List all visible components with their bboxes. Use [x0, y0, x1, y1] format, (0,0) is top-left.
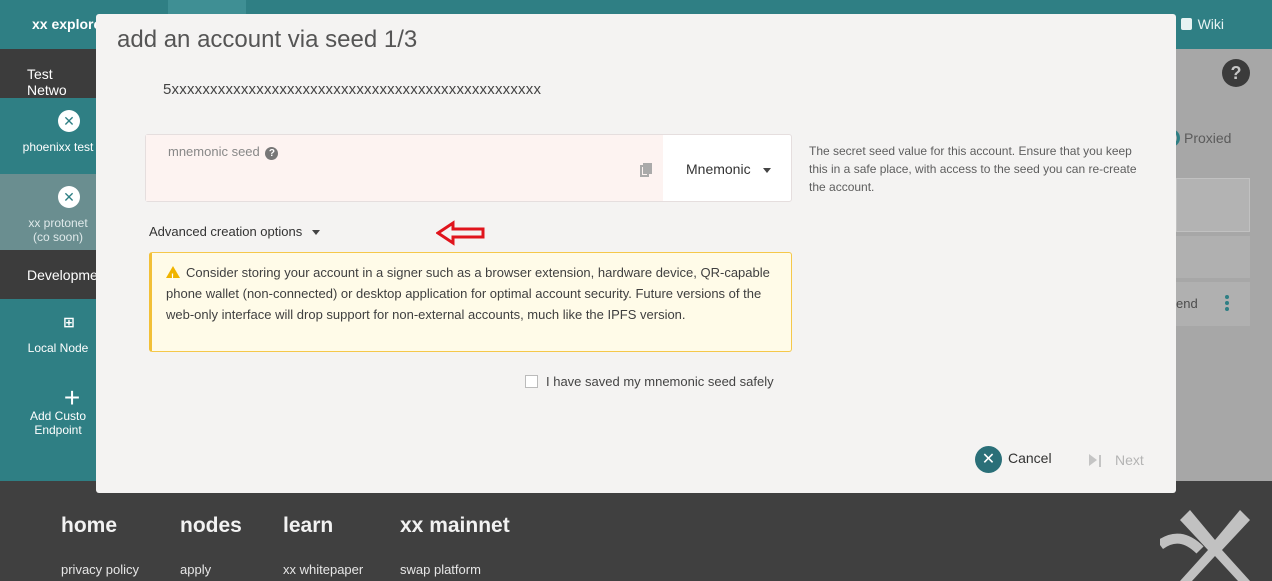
- sidebar-item-local-node[interactable]: ⊞ Local Node: [0, 299, 96, 375]
- wiki-label: Wiki: [1197, 16, 1224, 32]
- footer-link[interactable]: xx whitepaper: [283, 562, 363, 577]
- seed-type-dropdown[interactable]: Mnemonic: [686, 161, 771, 177]
- proxied-label: Proxied: [1184, 130, 1232, 146]
- proxied-toggle[interactable]: Proxied: [1168, 129, 1231, 147]
- next-button[interactable]: Next: [1089, 452, 1144, 468]
- brand-logo-text[interactable]: xx explore: [32, 16, 101, 32]
- footer-link[interactable]: apply: [180, 562, 242, 577]
- sidebar-item-protonet[interactable]: ✕ xx protonet (co soon): [0, 174, 96, 250]
- footer-column-learn: learn xx whitepaper: [283, 514, 363, 577]
- seed-help-text: The secret seed value for this account. …: [809, 144, 1137, 194]
- background-card: [1176, 178, 1250, 232]
- annotation-arrow-icon: [436, 220, 485, 246]
- play-icon: [1089, 454, 1097, 466]
- advanced-options-toggle[interactable]: Advanced creation options: [149, 224, 321, 239]
- copy-icon[interactable]: [640, 163, 652, 177]
- mnemonic-seed-input[interactable]: mnemonic seed ?: [146, 135, 663, 201]
- seed-field-container: mnemonic seed ? Mnemonic: [145, 134, 792, 202]
- chevron-down-icon: [312, 230, 321, 235]
- sidebar-item-add-custom-endpoint[interactable]: + Add Custo Endpoint: [0, 375, 96, 451]
- seed-label: mnemonic seed ?: [168, 144, 279, 160]
- modal-title: add an account via seed 1/3: [117, 26, 418, 53]
- sidebar-section-development: Developme: [0, 250, 98, 299]
- wiki-link[interactable]: Wiki: [1180, 16, 1224, 32]
- book-icon: [1180, 18, 1192, 30]
- footer-heading[interactable]: home: [61, 514, 139, 538]
- footer-heading[interactable]: xx mainnet: [400, 514, 510, 538]
- sidebar-section-test-networks: Test Netwo: [0, 49, 96, 98]
- network-icon: ⊞: [63, 314, 75, 330]
- footer: home privacy policy nodes apply learn xx…: [0, 481, 1272, 581]
- footer-link[interactable]: privacy policy: [61, 562, 139, 577]
- sidebar-item-label: Local Node: [27, 341, 89, 355]
- footer-link[interactable]: swap platform: [400, 562, 510, 577]
- sidebar-item-label: Add Custo Endpoint: [29, 409, 87, 437]
- xx-logo-icon: [1160, 510, 1250, 581]
- sidebar-item-label: xx protonet (co soon): [28, 216, 88, 244]
- kebab-menu-icon[interactable]: [1224, 295, 1230, 313]
- help-icon[interactable]: ?: [1222, 59, 1250, 87]
- advanced-options-label: Advanced creation options: [149, 224, 303, 239]
- xx-network-icon: ✕: [58, 110, 80, 132]
- footer-heading[interactable]: learn: [283, 514, 363, 538]
- warning-icon: [166, 266, 180, 288]
- account-address: 5xxxxxxxxxxxxxxxxxxxxxxxxxxxxxxxxxxxxxxx…: [163, 81, 542, 98]
- next-label: Next: [1115, 452, 1144, 468]
- seed-type-value: Mnemonic: [686, 161, 751, 177]
- sidebar-item-label: phoenixx test: [22, 140, 94, 154]
- checkbox-label: I have saved my mnemonic seed safely: [546, 374, 774, 389]
- next-bar: [1099, 455, 1101, 467]
- footer-column-mainnet: xx mainnet swap platform: [400, 514, 510, 577]
- saved-seed-checkbox[interactable]: I have saved my mnemonic seed safely: [525, 374, 774, 389]
- footer-heading[interactable]: nodes: [180, 514, 242, 538]
- background-row: end: [1176, 282, 1250, 326]
- xx-network-icon: ✕: [58, 186, 80, 208]
- cancel-button[interactable]: ✕ Cancel: [975, 446, 1052, 473]
- plus-icon: +: [63, 382, 81, 413]
- seed-label-text: mnemonic seed: [168, 144, 260, 159]
- footer-column-home: home privacy policy: [61, 514, 139, 577]
- background-row-text: end: [1176, 296, 1198, 311]
- warning-box: Consider storing your account in a signe…: [149, 252, 792, 352]
- add-account-modal: add an account via seed 1/3 5xxxxxxxxxxx…: [96, 14, 1176, 493]
- footer-column-nodes: nodes apply: [180, 514, 242, 577]
- close-icon: ✕: [975, 446, 1002, 473]
- background-row: [1176, 236, 1250, 278]
- warning-text: Consider storing your account in a signe…: [166, 265, 770, 322]
- chevron-down-icon: [762, 168, 771, 173]
- checkbox-icon[interactable]: [525, 375, 538, 388]
- question-icon[interactable]: ?: [265, 147, 279, 160]
- sidebar-item-phoenixx[interactable]: ✕ phoenixx test: [0, 98, 96, 174]
- sidebar: Test Netwo ✕ phoenixx test ✕ xx protonet…: [0, 49, 98, 481]
- cancel-label: Cancel: [1008, 450, 1052, 467]
